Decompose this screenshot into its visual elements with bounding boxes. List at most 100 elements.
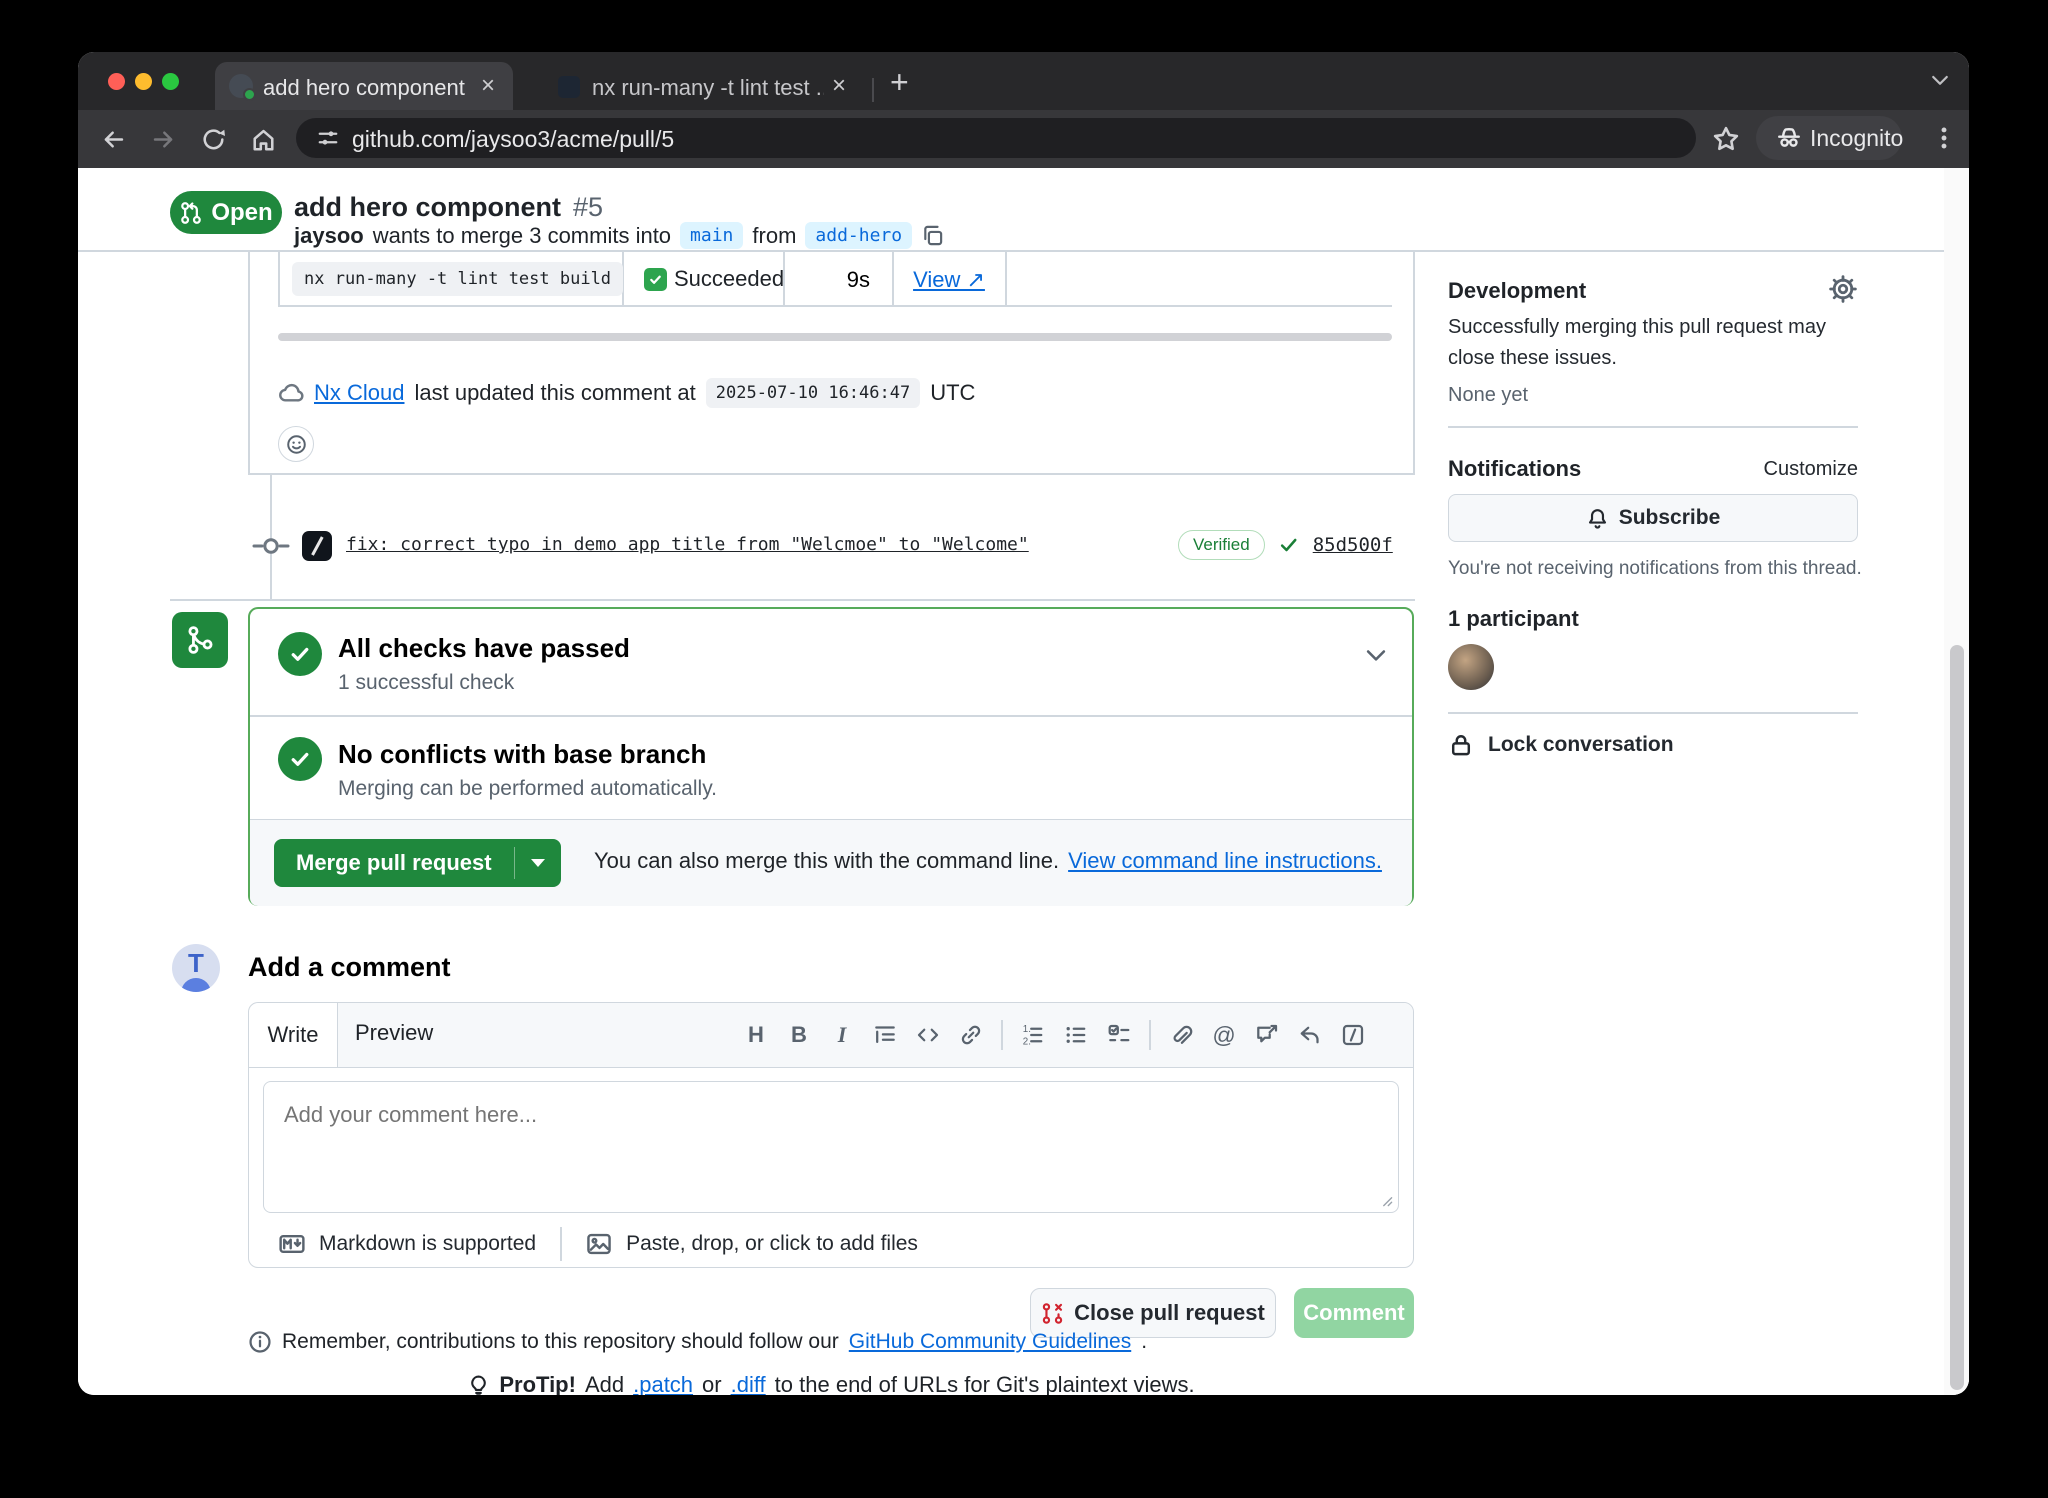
diff-link[interactable]: .diff (731, 1372, 766, 1395)
tab-pull-request[interactable]: add hero component by jayso × (215, 62, 513, 110)
commit-sha-link[interactable]: 85d500f (1313, 534, 1393, 556)
no-conflicts-title: No conflicts with base branch (338, 739, 706, 770)
pr-state-badge: Open (170, 191, 282, 234)
incognito-icon (1776, 125, 1802, 151)
notifications-note: You're not receiving notifications from … (1448, 558, 1862, 580)
bold-icon[interactable]: B (786, 1022, 812, 1048)
copy-icon[interactable] (921, 224, 944, 247)
scrollbar-thumb[interactable] (1950, 645, 1964, 1390)
verified-badge[interactable]: Verified (1178, 530, 1265, 560)
incognito-label: Incognito (1810, 125, 1903, 152)
head-branch-chip[interactable]: add-hero (805, 222, 912, 249)
cloud-icon (278, 380, 304, 406)
guidelines-link[interactable]: GitHub Community Guidelines (849, 1330, 1131, 1354)
quote-icon[interactable] (872, 1022, 898, 1048)
commit-check-icon (1279, 535, 1299, 555)
tab-write[interactable]: Write (249, 1003, 338, 1067)
reply-icon[interactable] (1297, 1022, 1323, 1048)
paste-hint[interactable]: Paste, drop, or click to add files (626, 1232, 918, 1256)
commit-message-link[interactable]: fix: correct typo in demo app title from… (346, 534, 1029, 555)
home-button[interactable] (250, 126, 277, 153)
tab-search-chevron-icon[interactable] (1928, 68, 1952, 92)
notifications-heading: Notifications (1448, 456, 1581, 482)
development-text: Successfully merging this pull request m… (1448, 312, 1868, 374)
close-tab-icon[interactable]: × (481, 74, 495, 98)
comment-submit-button[interactable]: Comment (1294, 1288, 1414, 1338)
bookmark-star-icon[interactable] (1712, 125, 1740, 153)
new-tab-button[interactable]: + (890, 66, 909, 98)
attach-file-icon[interactable] (1168, 1022, 1194, 1048)
forward-button[interactable] (150, 126, 177, 153)
lightbulb-icon (467, 1374, 490, 1396)
lock-label: Lock conversation (1488, 733, 1674, 757)
nx-updated-text: last updated this comment at (414, 380, 695, 406)
comment-form: Write Preview H B I 1.2. @ (248, 1002, 1414, 1268)
maximize-window-button[interactable] (162, 73, 179, 90)
close-tab-icon[interactable]: × (832, 74, 846, 98)
horizontal-scrollbar[interactable] (278, 333, 1392, 341)
pr-closed-icon (1041, 1302, 1064, 1325)
subscribe-button[interactable]: Subscribe (1448, 494, 1858, 542)
numbered-list-icon[interactable]: 1.2. (1020, 1022, 1046, 1048)
comment-border-bottom (248, 473, 1415, 475)
close-pr-label: Close pull request (1074, 1300, 1265, 1326)
tab-preview[interactable]: Preview (355, 1020, 433, 1046)
cross-reference-icon[interactable] (1254, 1022, 1280, 1048)
user-avatar[interactable]: T (172, 944, 220, 992)
tab-separator (872, 78, 874, 102)
reload-button[interactable] (200, 126, 227, 153)
site-settings-icon[interactable] (316, 126, 340, 150)
close-window-button[interactable] (108, 73, 125, 90)
markdown-icon (279, 1231, 305, 1257)
github-favicon (229, 74, 253, 98)
checks-passed-icon (278, 632, 322, 676)
cli-instructions-link[interactable]: View command line instructions. (1068, 848, 1382, 874)
hint-divider (560, 1227, 562, 1261)
commit-author-avatar[interactable] (302, 531, 332, 561)
pr-author[interactable]: jaysoo (294, 223, 364, 249)
pr-subtitle: jaysoo wants to merge 3 commits into mai… (294, 222, 944, 249)
nx-cloud-link[interactable]: Nx Cloud (314, 380, 404, 406)
timeline-end-divider (170, 599, 1415, 601)
lock-conversation-button[interactable]: Lock conversation (1448, 732, 1674, 758)
pr-number: #5 (573, 192, 603, 223)
comment-border-left (248, 250, 250, 474)
git-merge-icon (185, 625, 215, 655)
menu-dots-icon[interactable] (1930, 124, 1958, 152)
merge-pull-request-button[interactable]: Merge pull request (274, 839, 561, 887)
customize-link[interactable]: Customize (1658, 458, 1858, 481)
task-list-icon[interactable] (1106, 1022, 1132, 1048)
participant-avatar[interactable] (1448, 644, 1494, 690)
slash-command-icon[interactable] (1340, 1022, 1366, 1048)
link-icon[interactable] (958, 1022, 984, 1048)
mention-icon[interactable]: @ (1211, 1022, 1237, 1048)
italic-icon[interactable]: I (829, 1022, 855, 1048)
add-reaction-button[interactable] (278, 426, 314, 462)
check-view-link[interactable]: View ↗ (908, 267, 990, 293)
base-branch-chip[interactable]: main (680, 222, 743, 249)
nx-favicon (558, 76, 580, 98)
table-border (278, 305, 1392, 307)
heading-icon[interactable]: H (743, 1022, 769, 1048)
code-icon[interactable] (915, 1022, 941, 1048)
pr-title: add hero component (294, 192, 561, 223)
resize-handle-icon[interactable] (1377, 1191, 1395, 1209)
comment-input[interactable] (263, 1081, 1399, 1213)
back-button[interactable] (100, 126, 127, 153)
bullet-list-icon[interactable] (1063, 1022, 1089, 1048)
minimize-window-button[interactable] (135, 73, 152, 90)
gear-icon[interactable] (1828, 274, 1858, 304)
patch-link[interactable]: .patch (633, 1372, 693, 1395)
from-word: from (752, 223, 796, 249)
markdown-hint[interactable]: Markdown is supported (319, 1232, 536, 1256)
sidebar-divider (1448, 712, 1858, 714)
tab-nx-run[interactable]: nx run-many -t lint test ... fron × (548, 62, 868, 110)
address-bar[interactable]: github.com/jaysoo3/acme/pull/5 (296, 118, 1696, 158)
chevron-down-icon[interactable] (1362, 641, 1390, 669)
comment-submit-label: Comment (1303, 1300, 1404, 1326)
image-icon (586, 1231, 612, 1257)
bell-icon (1586, 507, 1609, 530)
check-duration: 9s (790, 267, 870, 293)
tab-title: nx run-many -t lint test ... fron (592, 75, 824, 101)
merge-options-caret[interactable] (515, 839, 561, 887)
